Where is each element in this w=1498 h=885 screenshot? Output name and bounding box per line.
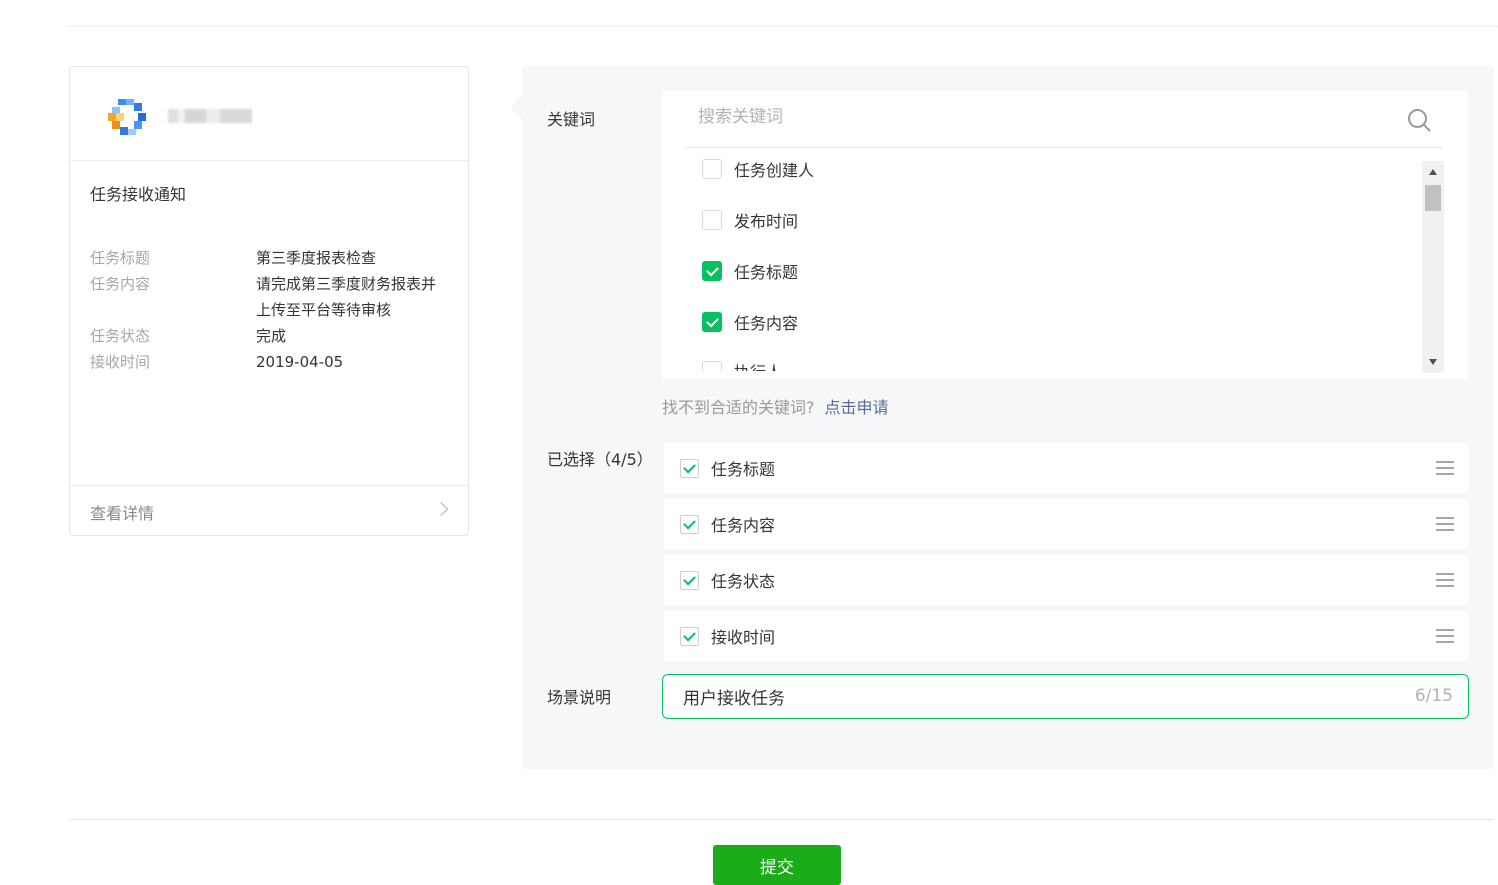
field-value: 请完成第三季度财务报表并上传至平台等待审核 [256, 275, 437, 319]
keyword-option[interactable]: 执行人 [702, 359, 782, 371]
char-counter: 6/15 [1414, 686, 1453, 706]
selected-item-label: 接收时间 [711, 628, 776, 647]
apply-keyword-link[interactable]: 点击申请 [825, 398, 889, 417]
keyword-option[interactable]: 任务内容 [702, 310, 798, 334]
keyword-option-label: 任务内容 [734, 314, 799, 333]
keyword-hint: 找不到合适的关键词? 点击申请 [662, 394, 889, 418]
selected-item[interactable]: 任务内容 [664, 499, 1469, 549]
scroll-thumb[interactable] [1425, 185, 1441, 211]
keywords-label: 关键词 [547, 110, 596, 129]
message-preview-card: 任务接收通知 任务标题 第三季度报表检查 任务内容 请完成第三季度财务报表并上传… [69, 66, 469, 536]
card-fields: 任务标题 第三季度报表检查 任务内容 请完成第三季度财务报表并上传至平台等待审核… [90, 245, 450, 375]
checkbox-checked[interactable] [702, 261, 722, 281]
keyword-list: 任务创建人 发布时间 任务标题 任务内容 执行人 [686, 149, 1420, 371]
scroll-down-arrow-icon[interactable] [1429, 359, 1437, 365]
selected-item-label: 任务内容 [711, 516, 776, 535]
keyword-search [686, 91, 1443, 148]
checkbox-checked[interactable] [680, 514, 699, 534]
field-row: 接收时间 2019-04-05 [90, 349, 450, 375]
view-detail-link[interactable]: 查看详情 [90, 500, 154, 524]
drag-handle-icon[interactable] [1436, 573, 1454, 587]
selected-item[interactable]: 任务标题 [664, 443, 1469, 493]
keyword-selector: 任务创建人 发布时间 任务标题 任务内容 执行人 [662, 91, 1468, 379]
field-value: 完成 [256, 327, 287, 345]
field-row: 任务状态 完成 [90, 323, 450, 349]
account-name-blurred [168, 109, 252, 123]
scene-input-field[interactable]: 6/15 [662, 674, 1469, 719]
keyword-option[interactable]: 任务创建人 [702, 157, 814, 181]
view-detail-row[interactable]: 查看详情 [70, 485, 468, 535]
keyword-option[interactable]: 发布时间 [702, 208, 798, 232]
bottom-divider [68, 819, 1494, 820]
top-divider [68, 26, 1498, 27]
scene-label: 场景说明 [547, 688, 612, 707]
field-label: 任务状态 [90, 327, 151, 345]
submit-button[interactable]: 提交 [713, 845, 841, 885]
keyword-option-label: 发布时间 [734, 212, 799, 231]
card-header [70, 67, 468, 161]
field-row: 任务标题 第三季度报表检查 [90, 245, 450, 271]
account-logo-icon [108, 99, 146, 135]
drag-handle-icon[interactable] [1436, 629, 1454, 643]
drag-handle-icon[interactable] [1436, 461, 1454, 475]
keyword-search-input[interactable] [698, 107, 1378, 127]
keyword-option-label: 任务创建人 [734, 161, 815, 180]
field-label: 任务标题 [90, 249, 151, 267]
checkbox-checked[interactable] [680, 570, 699, 590]
keyword-option-label: 任务标题 [734, 263, 799, 282]
scene-input[interactable] [683, 686, 1383, 706]
selected-item-label: 任务标题 [711, 460, 776, 479]
field-row: 任务内容 请完成第三季度财务报表并上传至平台等待审核 [90, 271, 450, 323]
field-label: 任务内容 [90, 275, 151, 293]
checkbox-checked[interactable] [680, 458, 699, 478]
checkbox[interactable] [702, 361, 722, 371]
keyword-list-scrollbar[interactable] [1422, 161, 1444, 373]
card-title: 任务接收通知 [90, 185, 187, 204]
field-value: 第三季度报表检查 [256, 249, 377, 267]
scroll-up-arrow-icon[interactable] [1429, 169, 1437, 175]
selected-item[interactable]: 接收时间 [664, 611, 1469, 661]
selected-label: 已选择（4/5） [547, 450, 653, 469]
checkbox-checked[interactable] [680, 626, 699, 646]
checkbox[interactable] [702, 159, 722, 179]
field-value: 2019-04-05 [256, 353, 344, 371]
drag-handle-icon[interactable] [1436, 517, 1454, 531]
keyword-option-label: 执行人 [734, 359, 782, 371]
field-label: 接收时间 [90, 353, 151, 371]
selected-item-label: 任务状态 [711, 572, 776, 591]
checkbox-checked[interactable] [702, 312, 722, 332]
keyword-option[interactable]: 任务标题 [702, 259, 798, 283]
search-icon[interactable] [1407, 108, 1431, 132]
selected-item[interactable]: 任务状态 [664, 555, 1469, 605]
chevron-right-icon [433, 501, 449, 517]
keyword-hint-text: 找不到合适的关键词? [662, 398, 815, 417]
checkbox[interactable] [702, 210, 722, 230]
